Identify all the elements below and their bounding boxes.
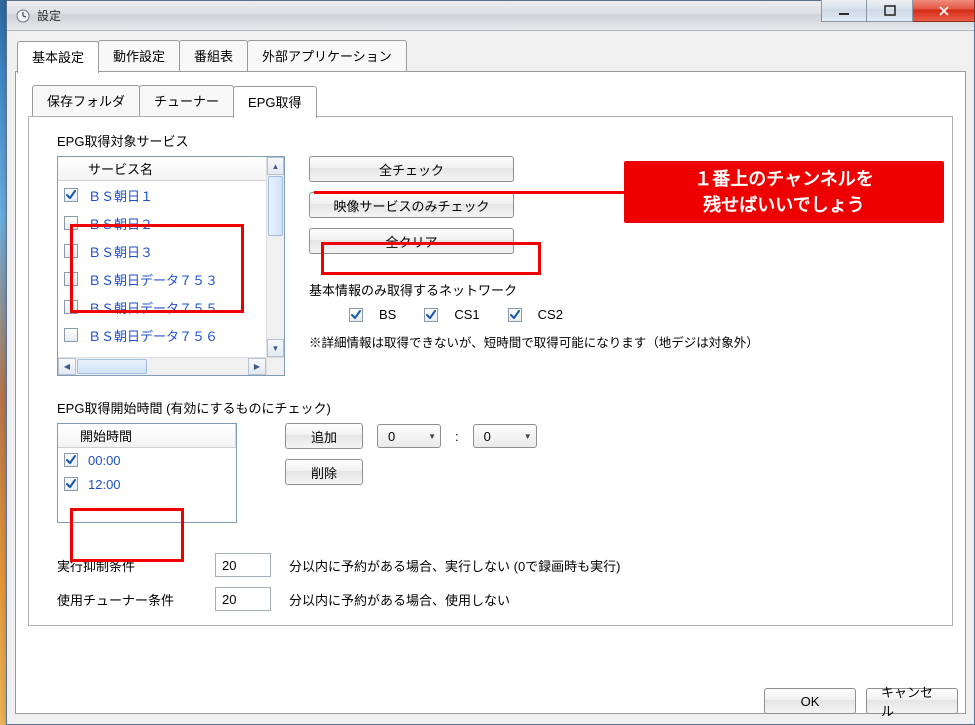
scroll-left-icon[interactable]: ◀: [58, 358, 76, 375]
vertical-scrollbar[interactable]: ▲ ▼: [266, 157, 284, 357]
tuner-cond-label: 使用チューナー条件: [57, 590, 197, 609]
cancel-button[interactable]: キャンセル: [866, 688, 958, 714]
start-time-value: 12:00: [88, 477, 121, 492]
checkbox-icon[interactable]: [508, 308, 522, 322]
tab-save-folder[interactable]: 保存フォルダ: [32, 85, 140, 117]
tuner-cond-suffix: 分以内に予約がある場合、使用しない: [289, 590, 510, 609]
close-button[interactable]: [913, 0, 975, 22]
service-name: ＢＳ朝日データ７５３: [88, 270, 218, 289]
window-controls: [821, 0, 975, 22]
basic-info-note: ※詳細情報は取得できないが、短時間で取得可能になります（地デジは対象外）: [309, 332, 938, 351]
checkbox-icon[interactable]: [64, 300, 78, 314]
network-cs1-label: CS1: [454, 307, 479, 322]
minimize-button[interactable]: [821, 0, 867, 22]
add-time-button[interactable]: 追加: [285, 423, 363, 449]
check-all-button[interactable]: 全チェック: [309, 156, 514, 182]
start-time-listbox[interactable]: 開始時間 00:00 12:00: [57, 423, 237, 523]
checkbox-icon[interactable]: [64, 328, 78, 342]
tuner-cond-minutes-input[interactable]: 20: [215, 587, 271, 611]
primary-tabstrip: 基本設定 動作設定 番組表 外部アプリケーション: [17, 39, 966, 71]
scroll-thumb[interactable]: [77, 359, 147, 374]
secondary-tabstrip: 保存フォルダ チューナー EPG取得: [32, 84, 953, 116]
video-only-check-button[interactable]: 映像サービスのみチェック: [309, 192, 514, 218]
checkbox-icon[interactable]: [424, 308, 438, 322]
service-listbox[interactable]: サービス名 ＢＳ朝日１ ＢＳ朝日２: [57, 156, 285, 376]
time-colon: :: [455, 429, 459, 444]
checkbox-icon[interactable]: [64, 216, 78, 230]
ok-button[interactable]: OK: [764, 688, 856, 714]
list-item[interactable]: ＢＳ朝日データ７５３: [58, 265, 266, 293]
hour-dropdown[interactable]: 0 ▼: [377, 424, 441, 448]
list-item[interactable]: 00:00: [58, 448, 236, 472]
epg-service-label: EPG取得対象サービス: [57, 131, 938, 150]
maximize-button[interactable]: [867, 0, 913, 22]
horizontal-scrollbar[interactable]: ◀ ▶: [58, 357, 266, 375]
list-item[interactable]: 12:00: [58, 472, 236, 496]
scroll-corner: [266, 357, 284, 375]
annotation-callout: １番上のチャンネルを 残せばいいでしょう: [624, 161, 944, 223]
start-time-section-label: EPG取得開始時間 (有効にするものにチェック): [57, 398, 938, 417]
list-item[interactable]: ＢＳ朝日２: [58, 209, 266, 237]
hour-value: 0: [388, 429, 395, 444]
chevron-down-icon: ▼: [524, 432, 532, 441]
service-column-header: サービス名: [88, 159, 153, 178]
checkbox-icon[interactable]: [64, 453, 78, 467]
annotation-leader-line: [314, 191, 624, 194]
dialog-footer: OK キャンセル: [764, 688, 958, 714]
delete-time-button[interactable]: 削除: [285, 459, 363, 485]
start-time-header[interactable]: 開始時間: [58, 424, 236, 448]
list-item[interactable]: ＢＳ朝日データ７５６: [58, 321, 266, 349]
list-item[interactable]: ＢＳ朝日３: [58, 237, 266, 265]
tab-external-app[interactable]: 外部アプリケーション: [247, 40, 407, 72]
scroll-up-icon[interactable]: ▲: [267, 157, 284, 175]
list-item[interactable]: ＢＳ朝日データ７５５: [58, 293, 266, 321]
tab-program-guide[interactable]: 番組表: [179, 40, 248, 72]
start-time-column-header: 開始時間: [80, 426, 132, 445]
checkbox-icon[interactable]: [64, 188, 78, 202]
checkbox-icon[interactable]: [64, 244, 78, 258]
titlebar[interactable]: 設定: [7, 1, 974, 31]
list-item[interactable]: ＢＳ朝日１: [58, 181, 266, 209]
service-name: ＢＳ朝日データ７５６: [88, 326, 218, 345]
suppress-label: 実行抑制条件: [57, 556, 197, 575]
suppress-suffix: 分以内に予約がある場合、実行しない (0で録画時も実行): [289, 556, 621, 575]
network-bs-label: BS: [379, 307, 396, 322]
tab-tuner[interactable]: チューナー: [139, 85, 234, 117]
chevron-down-icon: ▼: [428, 432, 436, 441]
minute-value: 0: [484, 429, 491, 444]
minute-dropdown[interactable]: 0 ▼: [473, 424, 537, 448]
scroll-right-icon[interactable]: ▶: [248, 358, 266, 375]
service-name: ＢＳ朝日２: [88, 214, 153, 233]
service-list-body: ＢＳ朝日１ ＢＳ朝日２ ＢＳ朝日３: [58, 181, 266, 357]
tab-epg[interactable]: EPG取得: [233, 86, 316, 118]
service-list-header[interactable]: サービス名: [58, 157, 284, 181]
checkbox-icon[interactable]: [349, 308, 363, 322]
clear-all-button[interactable]: 全クリア: [309, 228, 514, 254]
network-bs-checkbox[interactable]: BS: [349, 307, 396, 322]
tab-basic-settings[interactable]: 基本設定: [17, 41, 99, 73]
service-name: ＢＳ朝日３: [88, 242, 153, 261]
scroll-thumb[interactable]: [268, 176, 283, 236]
network-cs1-checkbox[interactable]: CS1: [424, 307, 479, 322]
client-area: 基本設定 動作設定 番組表 外部アプリケーション 保存フォルダ チューナー EP…: [7, 31, 974, 724]
suppress-minutes-input[interactable]: 20: [215, 553, 271, 577]
network-cs2-checkbox[interactable]: CS2: [508, 307, 563, 322]
service-name: ＢＳ朝日データ７５５: [88, 298, 218, 317]
basic-network-label: 基本情報のみ取得するネットワーク: [309, 280, 938, 299]
scroll-down-icon[interactable]: ▼: [267, 339, 284, 357]
network-cs2-label: CS2: [538, 307, 563, 322]
window-title: 設定: [37, 7, 61, 24]
checkbox-icon[interactable]: [64, 272, 78, 286]
start-time-value: 00:00: [88, 453, 121, 468]
clock-icon: [15, 8, 31, 24]
checkbox-icon[interactable]: [64, 477, 78, 491]
service-name: ＢＳ朝日１: [88, 186, 153, 205]
settings-window: 設定 基本設定 動作設定 番組表 外部アプリケーション 保存フォルダ チュ: [6, 0, 975, 725]
tab-operation-settings[interactable]: 動作設定: [98, 40, 180, 72]
